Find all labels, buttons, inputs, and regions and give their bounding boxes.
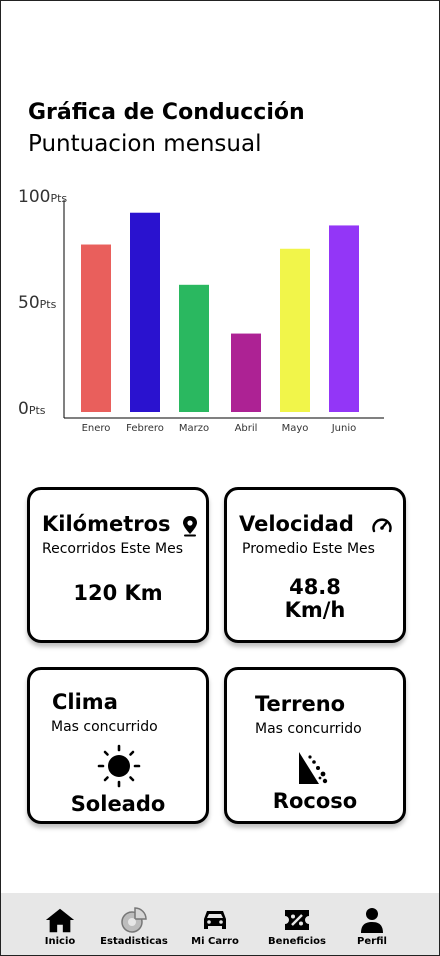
- bar-junio: [329, 225, 359, 412]
- x-tick-label: Enero: [82, 423, 111, 434]
- clima-title: Clima: [52, 690, 118, 714]
- nav-item-beneficios[interactable]: Beneficios: [266, 893, 328, 955]
- velocidad-value-unit: Km/h: [284, 598, 346, 622]
- x-tick-label: Mayo: [282, 423, 309, 434]
- y-tick-label: 0Pts: [18, 399, 46, 419]
- sun-icon: [97, 744, 141, 788]
- kilometros-title: Kilómetros: [42, 512, 171, 536]
- bar-febrero: [130, 212, 160, 412]
- velocidad-title: Velocidad: [239, 512, 354, 536]
- velocidad-card[interactable]: Velocidad Promedio Este Mes 48.8 Km/h: [224, 487, 406, 643]
- x-tick-label: Febrero: [126, 423, 164, 434]
- car-icon: [199, 906, 231, 934]
- kilometros-subtitle: Recorridos Este Mes: [42, 541, 184, 557]
- x-tick-label: Abril: [235, 423, 258, 434]
- chart-pie-icon: [118, 906, 150, 934]
- page-title: Gráfica de Conducción: [28, 100, 305, 125]
- nav-item-perfil[interactable]: Perfil: [351, 893, 393, 955]
- home-icon: [44, 906, 76, 934]
- clima-subtitle: Mas concurrido: [51, 719, 158, 735]
- nav-item-mi-carro[interactable]: Mi Carro: [191, 893, 239, 955]
- kilometros-value: 120 Km: [73, 581, 163, 605]
- page-subtitle: Puntuacion mensual: [28, 131, 262, 157]
- x-tick-label: Marzo: [179, 423, 209, 434]
- nav-item-inicio[interactable]: Inicio: [37, 893, 83, 955]
- nav-label-beneficios: Beneficios: [268, 936, 326, 947]
- velocidad-value-number: 48.8: [289, 575, 341, 599]
- bar-abril: [231, 333, 261, 412]
- bar-marzo: [179, 284, 209, 412]
- monthly-score-chart: 100Pts 50Pts 0Pts Enero Febrero Marzo Abril May…: [18, 187, 384, 434]
- nav-label-perfil: Perfil: [357, 936, 387, 947]
- nav-item-estadisticas[interactable]: Estadisticas: [99, 893, 169, 955]
- user-icon: [356, 906, 388, 934]
- location-pin-icon: [183, 516, 197, 537]
- nav-label-mi-carro: Mi Carro: [191, 936, 239, 947]
- nav-label-estadisticas: Estadisticas: [100, 936, 168, 947]
- clima-value: Soleado: [70, 792, 166, 816]
- bar-enero: [81, 244, 111, 412]
- speedometer-icon: [372, 518, 392, 533]
- bottom-navigation: Inicio Estadisticas Mi Carro Beneficios …: [1, 893, 439, 955]
- clima-card[interactable]: Clima Mas concurrido Soleado: [27, 667, 209, 824]
- kilometros-card[interactable]: Kilómetros Recorridos Este Mes 120 Km: [27, 487, 209, 643]
- velocidad-subtitle: Promedio Este Mes: [242, 541, 375, 557]
- ticket-icon: [281, 906, 313, 934]
- bar-mayo: [280, 248, 310, 412]
- terreno-value: Rocoso: [272, 789, 358, 813]
- y-tick-label: 50Pts: [18, 293, 57, 313]
- landslide-icon: [299, 752, 328, 784]
- y-tick-label: 100Pts: [18, 187, 67, 207]
- x-tick-label: Junio: [331, 423, 357, 434]
- nav-label-inicio: Inicio: [44, 936, 76, 947]
- terreno-card[interactable]: Terreno Mas concurrido Rocoso: [224, 667, 406, 824]
- terreno-subtitle: Mas concurrido: [255, 721, 362, 737]
- terreno-title: Terreno: [255, 692, 346, 716]
